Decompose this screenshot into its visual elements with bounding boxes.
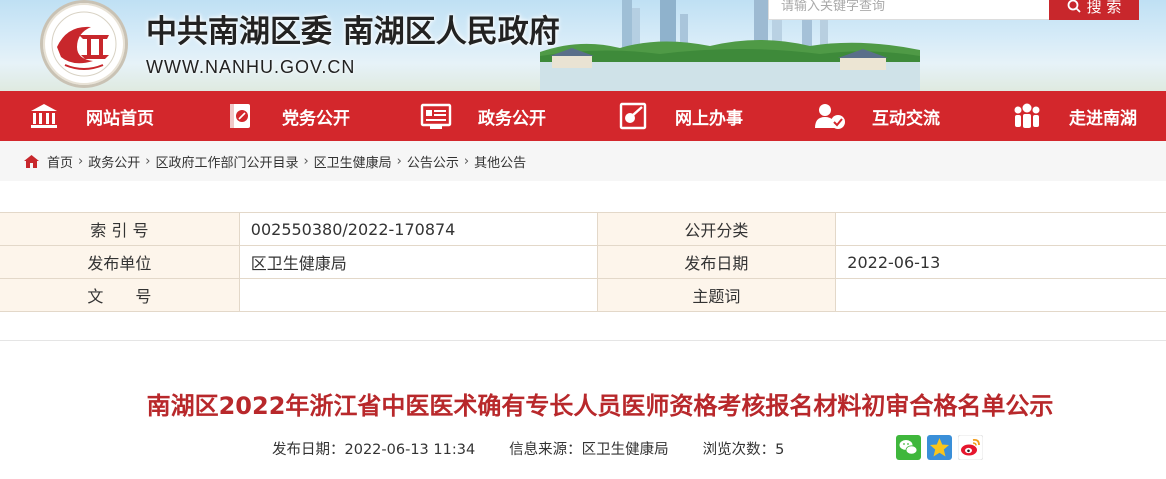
party-emblem-book-icon xyxy=(224,100,256,132)
breadcrumb-bar: 首页 › 政务公开 › 区政府工作部门公开目录 › 区卫生健康局 › 公告公示 … xyxy=(0,141,1166,181)
nav-item-government-affairs[interactable]: 政务公开 xyxy=(420,91,546,141)
breadcrumb: 首页 › 政务公开 › 区政府工作部门公开目录 › 区卫生健康局 › 公告公示 … xyxy=(24,141,526,181)
document-info-table: 索 引 号 002550380/2022-170874 公开分类 发布单位 区卫… xyxy=(0,212,1166,312)
nav-item-online-services[interactable]: 网上办事 xyxy=(617,91,743,141)
nav-item-label: 网站首页 xyxy=(86,108,154,129)
publish-time-label: 发布日期： xyxy=(272,442,345,458)
breadcrumb-separator: › xyxy=(463,153,470,169)
search-box xyxy=(768,0,1050,20)
table-row: 发布单位 区卫生健康局 发布日期 2022-06-13 xyxy=(0,245,1166,279)
nav-item-label: 互动交流 xyxy=(872,108,940,129)
people-group-icon xyxy=(1011,100,1043,132)
government-building-icon xyxy=(28,100,60,132)
table-row: 索 引 号 002550380/2022-170874 公开分类 xyxy=(0,212,1166,246)
search-button[interactable]: 搜 索 xyxy=(1049,0,1139,20)
view-count: 浏览次数：5 xyxy=(703,438,785,459)
nav-item-label: 走进南湖 xyxy=(1069,108,1137,129)
site-header: 中共南湖区委 南湖区人民政府 WWW.NANHU.GOV.CN 搜 索 xyxy=(0,0,1166,91)
nav-item-label: 党务公开 xyxy=(282,108,350,129)
share-buttons xyxy=(896,435,983,460)
publish-date-value: 2022-06-13 xyxy=(835,245,1166,279)
qzone-share-icon[interactable] xyxy=(927,435,952,460)
search-icon xyxy=(1067,0,1081,13)
breadcrumb-separator: › xyxy=(145,153,151,169)
article-title: 南湖区2022年浙江省中医医术确有专长人员医师资格考核报名材料初审合格名单公示 xyxy=(146,392,1054,420)
publish-date-label: 发布日期 xyxy=(596,245,837,279)
breadcrumb-link-government-affairs[interactable]: 政务公开 xyxy=(88,152,140,171)
index-value: 002550380/2022-170874 xyxy=(238,212,598,246)
breadcrumb-link-announcements[interactable]: 公告公示 xyxy=(407,152,459,171)
document-number-label: 文 号 xyxy=(0,278,240,312)
publisher-value: 区卫生健康局 xyxy=(238,245,598,279)
site-title: 中共南湖区委 南湖区人民政府 xyxy=(146,14,560,50)
breadcrumb-separator: › xyxy=(303,153,309,169)
view-count-value: 5 xyxy=(775,442,785,458)
article-meta: 发布日期：2022-06-13 11:34 信息来源：区卫生健康局 浏览次数：5 xyxy=(272,438,818,459)
category-label: 公开分类 xyxy=(596,212,837,246)
table-row: 文 号 主题词 xyxy=(0,278,1166,312)
nav-item-label: 政务公开 xyxy=(478,108,546,129)
publish-time-value: 2022-06-13 11:34 xyxy=(344,442,476,458)
weibo-share-icon[interactable] xyxy=(958,435,983,460)
search-button-label: 搜 索 xyxy=(1086,0,1122,16)
breadcrumb-link-other-announcements[interactable]: 其他公告 xyxy=(474,152,526,171)
breadcrumb-link-health-bureau[interactable]: 区卫生健康局 xyxy=(314,152,392,171)
nav-item-interaction[interactable]: 互动交流 xyxy=(814,91,940,141)
breadcrumb-link-home[interactable]: 首页 xyxy=(47,152,73,171)
info-source-label: 信息来源： xyxy=(509,442,582,458)
wechat-share-icon[interactable] xyxy=(896,435,921,460)
topic-label: 主题词 xyxy=(596,278,837,312)
publish-time: 发布日期：2022-06-13 11:34 xyxy=(272,438,475,459)
user-chat-icon xyxy=(814,100,846,132)
topic-value xyxy=(835,278,1166,312)
home-icon xyxy=(24,154,39,168)
info-source: 信息来源：区卫生健康局 xyxy=(509,438,669,459)
view-count-label: 浏览次数： xyxy=(702,442,776,458)
breadcrumb-separator: › xyxy=(78,153,84,169)
main-nav: 网站首页 党务公开 政务公开 网上办事 互动交流 走进南湖 xyxy=(0,91,1166,141)
nanhu-emblem-icon xyxy=(51,11,117,77)
index-label: 索 引 号 xyxy=(0,212,240,246)
nav-item-about-nanhu[interactable]: 走进南湖 xyxy=(1011,91,1137,141)
site-domain: WWW.NANHU.GOV.CN xyxy=(146,57,356,77)
breadcrumb-separator: › xyxy=(396,153,402,169)
breadcrumb-link-department-directory[interactable]: 区政府工作部门公开目录 xyxy=(155,152,298,171)
publisher-label: 发布单位 xyxy=(0,245,240,279)
document-number-value xyxy=(238,278,598,312)
nav-item-home[interactable]: 网站首页 xyxy=(28,91,154,141)
site-logo[interactable] xyxy=(40,0,128,88)
category-value xyxy=(835,212,1166,246)
divider xyxy=(0,340,1166,341)
online-service-icon xyxy=(617,100,649,132)
nav-item-party-affairs[interactable]: 党务公开 xyxy=(224,91,350,141)
bulletin-board-icon xyxy=(420,100,452,132)
search-input[interactable] xyxy=(769,0,1049,19)
nav-item-label: 网上办事 xyxy=(675,108,743,129)
info-source-value: 区卫生健康局 xyxy=(581,442,669,458)
